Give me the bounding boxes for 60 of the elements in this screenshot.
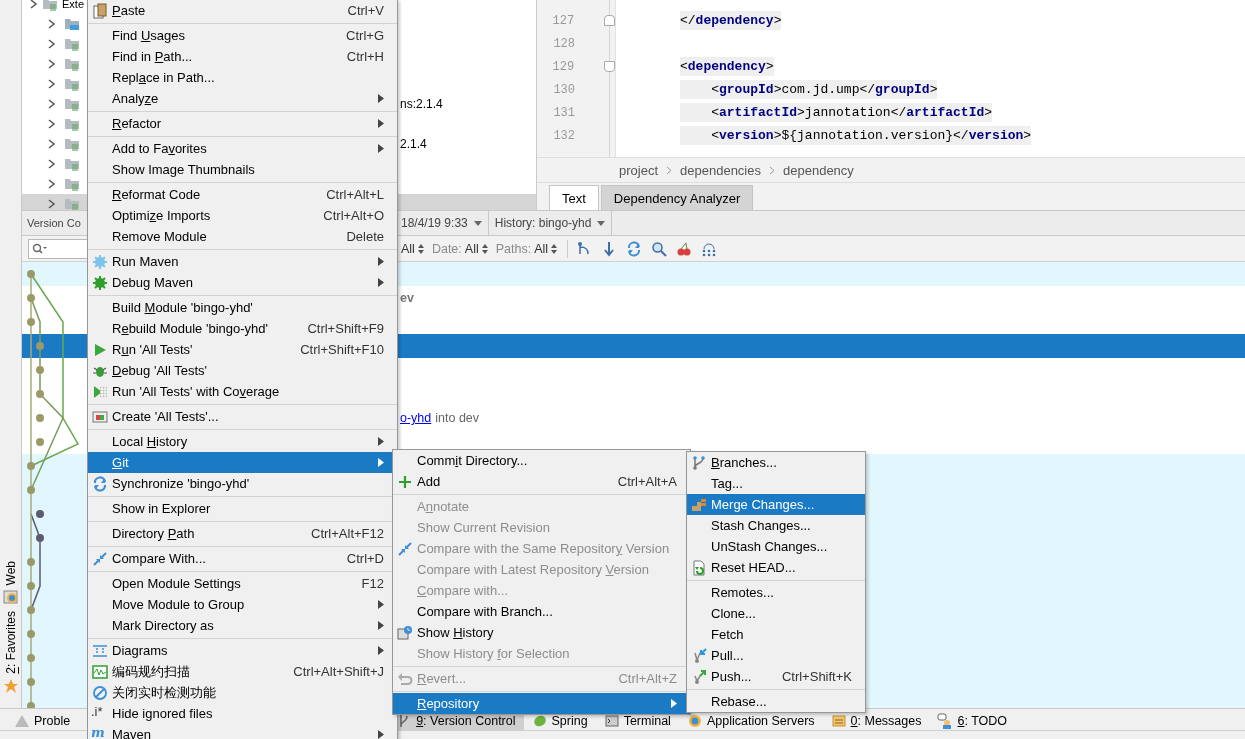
- menu-item[interactable]: Refactor: [88, 113, 397, 134]
- menu-item[interactable]: Tag...: [687, 473, 865, 494]
- tool-window-tab[interactable]: 0: Messages: [822, 712, 930, 730]
- menu-item[interactable]: Analyze: [88, 88, 397, 109]
- menu-item[interactable]: UnStash Changes...: [687, 536, 865, 557]
- menu-item[interactable]: Reset HEAD...: [687, 557, 865, 578]
- panel-tab[interactable]: History: bingo-yhd: [488, 211, 613, 235]
- menu-item[interactable]: Repository: [393, 693, 690, 714]
- menu-item[interactable]: Pull...: [687, 645, 865, 666]
- filter-dropdown[interactable]: Date: All: [431, 241, 488, 256]
- branch-link[interactable]: o-yhd: [400, 411, 432, 425]
- tool-window-button[interactable]: Web: [2, 560, 19, 606]
- filter-dropdown[interactable]: Paths: All: [495, 241, 558, 256]
- menu-item[interactable]: Fetch: [687, 624, 865, 645]
- tree-item[interactable]: ns:2.1.4: [400, 97, 443, 111]
- menu-item[interactable]: Reformat Code Ctrl+Alt+L: [88, 184, 397, 205]
- menu-item[interactable]: Show History: [393, 622, 690, 643]
- filter-dropdown[interactable]: All: [401, 241, 424, 256]
- line-number: 128: [552, 36, 575, 51]
- tool-window-tab[interactable]: Spring: [523, 712, 596, 730]
- menu-item[interactable]: Branches...: [687, 452, 865, 473]
- menu-item[interactable]: Find Usages Ctrl+G: [88, 25, 397, 46]
- line-number: 131: [552, 105, 575, 120]
- line-number: 129: [551, 59, 575, 74]
- line-number: 130: [552, 82, 575, 97]
- menu-item[interactable]: Remove Module Delete: [88, 226, 397, 247]
- menu-item[interactable]: Push... Ctrl+Shift+K: [687, 666, 865, 687]
- menu-item[interactable]: Add to Favorites: [88, 138, 397, 159]
- breadcrumb-item[interactable]: dependency: [783, 162, 854, 178]
- tool-window-tab[interactable]: Proble: [6, 712, 79, 730]
- tree-item[interactable]: Exte: [62, 0, 84, 10]
- breadcrumb-item[interactable]: dependencies: [680, 162, 761, 178]
- menu-item[interactable]: Show Image Thumbnails: [88, 159, 397, 180]
- menu-item[interactable]: Run Maven: [88, 251, 397, 272]
- line-number: 127: [551, 13, 575, 28]
- menu-item[interactable]: Optimize Imports Ctrl+Alt+O: [88, 205, 397, 226]
- tree-item[interactable]: 2.1.4: [400, 137, 427, 151]
- tool-window-button[interactable]: 2: Favorites: [2, 611, 19, 694]
- editor-tab[interactable]: Text: [549, 185, 599, 210]
- menu-item[interactable]: Clone...: [687, 603, 865, 624]
- menu-item[interactable]: Compare with Branch...: [393, 601, 690, 622]
- menu-item[interactable]: Build Module 'bingo-yhd': [88, 297, 397, 318]
- menu-item[interactable]: Merge Changes...: [687, 494, 865, 515]
- commit-message: o-yhd into dev: [400, 411, 480, 425]
- tool-window-tab[interactable]: Terminal: [595, 712, 679, 730]
- menu-item[interactable]: Remotes...: [687, 582, 865, 603]
- line-number: 132: [552, 128, 575, 143]
- menu-item[interactable]: Replace in Path...: [88, 67, 397, 88]
- breadcrumb-item[interactable]: project: [619, 162, 659, 178]
- menu-item[interactable]: Paste Ctrl+V: [88, 0, 397, 21]
- menu-item[interactable]: Rebuild Module 'bingo-yhd' Ctrl+Shift+F9: [88, 318, 397, 339]
- menu-item[interactable]: Stash Changes...: [687, 515, 865, 536]
- menu-item[interactable]: Create 'All Tests'...: [88, 406, 397, 427]
- editor-tab[interactable]: Dependency Analyzer: [600, 185, 754, 210]
- menu-item[interactable]: Debug Maven: [88, 272, 397, 293]
- menu-item[interactable]: Find in Path... Ctrl+H: [88, 46, 397, 67]
- tool-window-tab[interactable]: Application Servers: [678, 712, 823, 730]
- tool-window-tab[interactable]: 6: TODO: [929, 712, 1016, 730]
- menu-item[interactable]: Rebase...: [687, 691, 865, 712]
- commit-message: ev: [400, 291, 414, 305]
